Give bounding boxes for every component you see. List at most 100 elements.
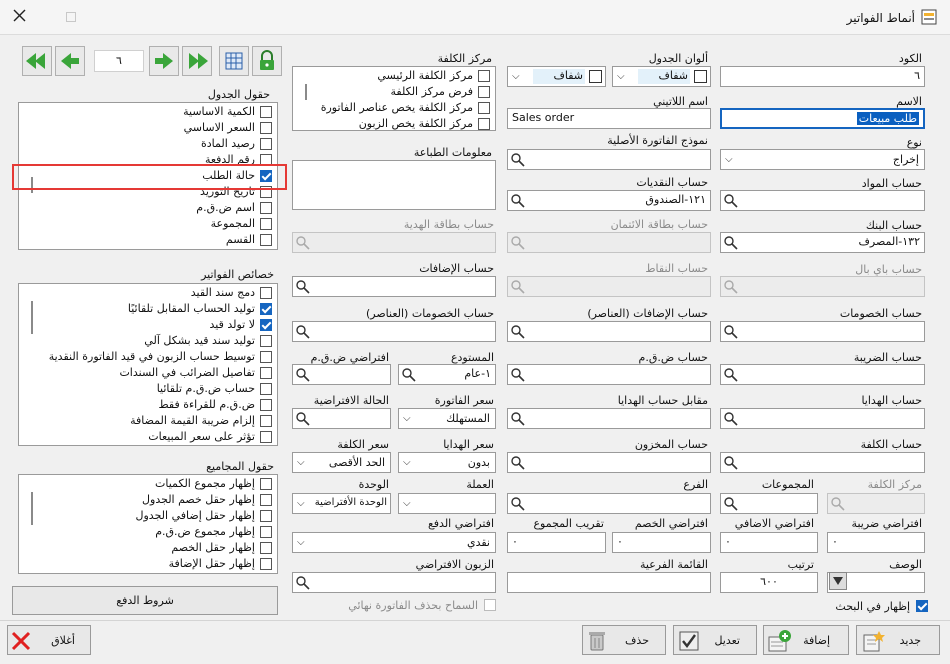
discounts-items-account-input[interactable] [292,321,496,342]
materials-account-input[interactable] [720,190,925,211]
search-icon[interactable] [509,151,526,168]
cost-price-select[interactable]: ⌵ الحد الأقصى [292,452,391,473]
cash-account-input[interactable]: ١٢١-الصندوق [507,190,711,211]
search-icon[interactable] [722,366,739,383]
grid-button[interactable] [219,46,249,76]
search-icon[interactable] [509,323,526,340]
totals-fields-item[interactable]: إظهار مجموع ض.ق.م [19,524,277,540]
totals-fields-item[interactable]: إظهار مجموع الكميات [19,476,277,492]
show-in-search-checkbox[interactable]: إظهار في البحث [760,599,928,615]
search-icon[interactable] [294,574,311,591]
search-icon[interactable] [400,366,417,383]
search-icon[interactable] [294,323,311,340]
groups-input[interactable] [720,493,818,514]
allow-delete-final-checkbox[interactable]: السماح بحذف الفاتورة نهائي [330,598,496,614]
cost-account-input[interactable] [720,452,925,473]
code-input[interactable]: ٦ [720,66,925,87]
invoice-props-item[interactable]: تفاصيل الضرائب في السندات [19,365,277,381]
new-button[interactable]: جديد [856,625,940,655]
search-icon[interactable] [722,410,739,427]
table-fields-item[interactable]: السعر الاساسي [19,120,277,136]
printing-info-box[interactable] [292,160,496,210]
close-button[interactable]: أغلاق [7,625,91,655]
sub-list-input[interactable] [507,572,711,593]
invoice-props-item[interactable]: دمج سند القيد [19,285,277,301]
search-icon[interactable] [509,495,526,512]
currency-select[interactable]: ⌵ [398,493,496,514]
cost-center-option[interactable]: مركز الكلفة الرئيسي [293,68,495,84]
default-vat-input[interactable] [292,364,391,385]
invoice-props-item[interactable]: تؤثر على سعر المبيعات [19,429,277,445]
branch-input[interactable] [507,493,711,514]
delete-button[interactable]: حذف [582,625,666,655]
table-fields-item[interactable]: المجموعة [19,216,277,232]
default-discount-input[interactable]: ٠ [612,532,711,553]
search-icon[interactable] [722,192,739,209]
totals-fields-item[interactable]: إظهار حقل الخصم [19,540,277,556]
table-color-select[interactable]: ⌵ شفاف [612,66,711,87]
round-total-input[interactable]: ٠ [507,532,606,553]
discounts-account-input[interactable] [720,321,925,342]
add-button[interactable]: إضافة [763,625,849,655]
search-icon[interactable] [722,234,739,251]
lock-button[interactable] [252,46,282,76]
default-state-input[interactable] [292,408,391,429]
inventory-account-input[interactable] [507,452,711,473]
vat-account-input[interactable] [507,364,711,385]
edit-button[interactable]: تعديل [673,625,757,655]
gifts-price-select[interactable]: ⌵ بدون [398,452,496,473]
name-input[interactable]: طلب مبيعات [720,108,925,129]
tax-account-input[interactable] [720,364,925,385]
next-record-button[interactable] [149,46,179,76]
warehouse-input[interactable]: ١-عام [398,364,496,385]
original-invoice-form-input[interactable] [507,149,711,170]
totals-fields-item[interactable]: إظهار حقل إضافي الجدول [19,508,277,524]
invoice-price-select[interactable]: ⌵ المستهلك [398,408,496,429]
gifts-account-input[interactable] [720,408,925,429]
search-icon[interactable] [294,278,311,295]
latin-name-input[interactable]: Sales order [507,108,711,129]
cost-center-option[interactable]: مركز الكلفة يخص الزبون [293,116,495,132]
previous-record-button[interactable] [55,46,85,76]
invoice-props-item[interactable]: لا تولد قيد [19,317,277,333]
last-record-button[interactable] [182,46,212,76]
order-input[interactable]: ٦٠٠ [720,572,818,593]
color2-select[interactable]: ⌵ شفاف [507,66,606,87]
table-fields-item[interactable]: القسم [19,232,277,248]
additions-account-input[interactable] [292,276,496,297]
search-icon[interactable] [722,454,739,471]
default-additions-input[interactable]: ٠ [720,532,818,553]
invoice-props-item[interactable]: توليد سند قيد بشكل آلي [19,333,277,349]
table-fields-item[interactable]: اسم ض.ق.م [19,200,277,216]
default-customer-input[interactable] [292,572,496,593]
type-select[interactable]: ⌵ إخراج [720,149,925,170]
table-fields-item[interactable]: رصيد المادة [19,136,277,152]
payment-terms-button[interactable]: شروط الدفع [12,586,278,615]
invoice-props-item[interactable]: إلزام ضريبة القيمة المضافة [19,413,277,429]
cost-center-option[interactable]: مركز الكلفة يخص عناصر الفاتورة [293,100,495,116]
search-icon[interactable] [294,366,311,383]
unit-select[interactable]: ⌵ الوحدة الأفتراضية [292,493,391,514]
cost-center-option[interactable]: فرض مركز الكلفة [293,84,495,100]
gifts-counter-account-input[interactable] [507,408,711,429]
totals-fields-item[interactable]: إظهار حقل الإضافة [19,556,277,572]
additions-items-account-input[interactable] [507,321,711,342]
search-icon[interactable] [294,410,311,427]
invoice-props-item[interactable]: توسيط حساب الزبون في قيد الفاتورة النقدي… [19,349,277,365]
invoice-props-item[interactable]: توليد الحساب المقابل تلقائيًا [19,301,277,317]
search-icon[interactable] [509,410,526,427]
search-icon[interactable] [509,454,526,471]
totals-fields-item[interactable]: إظهار حقل خصم الجدول [19,492,277,508]
default-tax-input[interactable]: ٠ [827,532,925,553]
first-record-button[interactable] [22,46,52,76]
search-icon[interactable] [509,192,526,209]
invoice-props-item[interactable]: حساب ض.ق.م تلقائيا [19,381,277,397]
search-icon[interactable] [722,495,739,512]
search-icon[interactable] [722,323,739,340]
close-icon[interactable] [12,8,28,24]
record-number-input[interactable]: ٦ [94,50,144,72]
default-payment-select[interactable]: ⌵ نقدي [292,532,496,553]
invoice-props-item[interactable]: ض.ق.م للقراءة فقط [19,397,277,413]
search-icon[interactable] [509,366,526,383]
table-fields-item[interactable]: الكمية الاساسية [19,104,277,120]
